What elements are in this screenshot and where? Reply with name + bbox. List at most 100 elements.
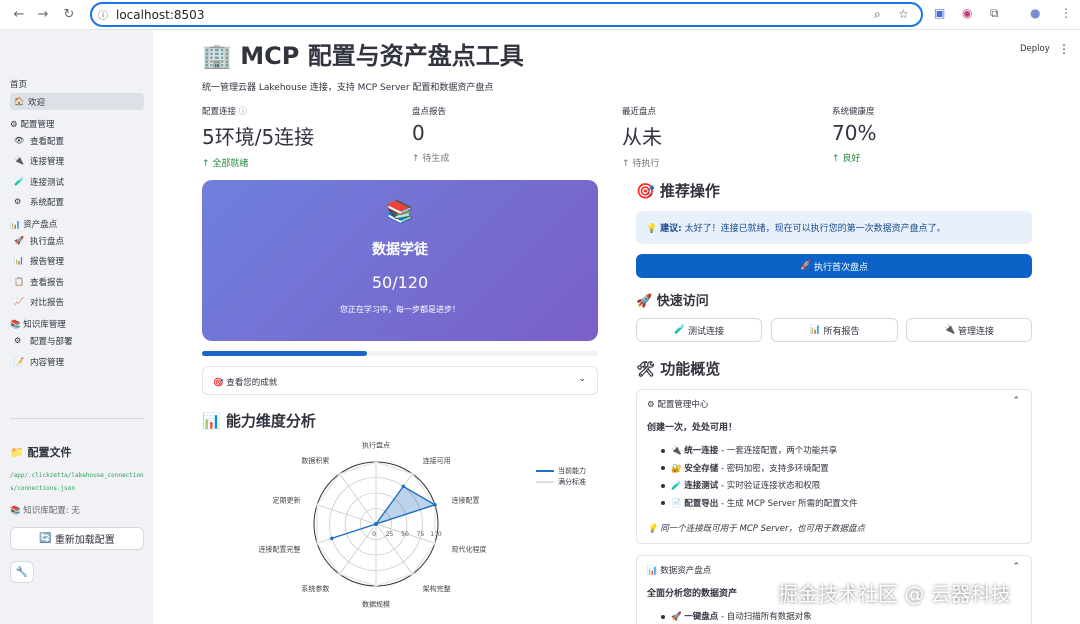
metric-delta: ↑ 待执行 [622, 159, 660, 169]
wrench-icon: 🔧 [15, 566, 29, 578]
watermark: 掘金技术社区 @ 云器科技 [778, 582, 1011, 606]
gear-icon: ⚙ [14, 336, 22, 345]
bar-chart-icon: 📊 [14, 256, 24, 265]
run-first-inventory-button[interactable]: 🚀 执行首次盘点 [636, 254, 1032, 278]
extensions-puzzle-icon[interactable]: ⧉ [990, 6, 999, 21]
gear-icon: ⚙ [14, 197, 22, 206]
radar-section-title: 📊 能力维度分析 [202, 412, 316, 430]
books-icon: 📚 [10, 506, 21, 516]
test-tube-icon: 🧪 [671, 481, 682, 491]
radar-tick-label: 0 [372, 531, 376, 538]
achievements-expander[interactable]: 🎯 查看您的成就 ⌄ [202, 366, 598, 395]
sidebar-item-welcome[interactable]: 🏠 欢迎 [10, 93, 144, 110]
rocket-icon: 🚀 [14, 236, 24, 245]
sidebar-item-run-inventory[interactable]: 🚀 执行盘点 [10, 232, 144, 249]
config-file-title: 📁 配置文件 [10, 446, 72, 459]
sidebar-item-system-config[interactable]: ⚙ 系统配置 [10, 193, 144, 210]
browser-menu-icon[interactable]: ⋮ [1060, 6, 1072, 20]
radar-axis-label: 数据规模 [362, 599, 390, 608]
plug-icon: 🔌 [943, 325, 956, 335]
radar-axis-label: 现代化程度 [451, 545, 486, 554]
extension-icon[interactable]: ◉ [962, 6, 972, 20]
badge-title: 数据学徒 [372, 242, 428, 258]
deploy-button[interactable]: Deploy [1020, 44, 1050, 54]
chevron-down-icon: ⌄ [578, 374, 586, 384]
metric-value: 70% [832, 121, 877, 145]
site-info-icon[interactable]: ⓘ [98, 7, 108, 22]
sidebar-item-kb-deploy[interactable]: ⚙ 配置与部署 [10, 332, 144, 349]
metric-health: 系统健康度 70% ↑ 良好 [832, 107, 877, 164]
feature-config-center-expander[interactable]: ⚙ 配置管理中心 ⌃ 创建一次，处处可用！ 🔌 统一连接 - 一套连接配置，两个… [636, 389, 1032, 544]
zoom-icon[interactable]: ⌕ [874, 7, 881, 22]
test-connection-button[interactable]: 🧪 测试连接 [636, 318, 762, 342]
page-subtitle: 统一管理云器 Lakehouse 连接，支持 MCP Server 配置和数据资… [202, 83, 494, 93]
list-item: 🔐 安全存储 - 密码加密，支持多环境配置 [661, 462, 858, 480]
radar-axis-label: 连接配置 [451, 495, 479, 504]
folder-icon: 📁 [10, 446, 24, 459]
metric-value: 0 [412, 121, 425, 145]
sidebar-item-connection-test[interactable]: 🧪 连接测试 [10, 173, 144, 190]
kb-config-status: 📚 知识库配置: 无 [10, 506, 80, 516]
radar-tick-label: 50 [401, 531, 409, 538]
rocket-icon: 🚀 [636, 294, 653, 309]
reload-config-button[interactable]: 🔄 重新加载配置 [10, 527, 144, 550]
translate-icon[interactable]: ▣ [934, 6, 945, 20]
all-reports-button[interactable]: 📊 所有报告 [771, 318, 898, 342]
sidebar-item-report-manage[interactable]: 📊 报告管理 [10, 252, 144, 269]
office-building-icon: 🏢 [202, 42, 232, 70]
url-text: localhost:8503 [116, 7, 205, 22]
metric-last-inventory: 最近盘点 从未 ↑ 待执行 [622, 107, 662, 169]
back-icon[interactable]: ← [8, 7, 30, 22]
sidebar-item-view-config[interactable]: 👁 查看配置 [10, 132, 144, 149]
wrench-button[interactable]: 🔧 [10, 561, 34, 583]
badge-message: 您正在学习中，每一步都是进步！ [340, 305, 460, 314]
test-tube-icon: 🧪 [14, 177, 24, 186]
app-menu-icon[interactable]: ⋮ [1058, 42, 1070, 56]
rocket-icon: 🚀 [799, 261, 812, 271]
legend-item-full: 满分标准 [536, 476, 586, 487]
radar-axis-label: 系统参数 [301, 584, 329, 593]
level-badge-card: 📚 数据学徒 50/120 您正在学习中，每一步都是进步！ [202, 180, 598, 341]
radar-axis-label: 连接配置完整 [259, 545, 301, 554]
manage-connections-button[interactable]: 🔌 管理连接 [906, 318, 1032, 342]
radar-point [374, 522, 378, 526]
browser-toolbar: ← → ↻ ⓘ localhost:8503 ⌕ ☆ ▣ ◉ ⧉ ● ⋮ [0, 0, 1080, 30]
feature-lead: 全面分析您的数据资产 [647, 589, 738, 599]
level-progress-bar [202, 351, 598, 356]
books-icon: 📚 [10, 320, 21, 330]
chart-legend: 当前能力 满分标准 [536, 465, 586, 487]
sidebar-item-content-manage[interactable]: 📝 内容管理 [10, 353, 144, 370]
radar-point [433, 503, 437, 507]
radar-point [329, 536, 334, 541]
address-bar[interactable]: ⓘ localhost:8503 ⌕ ☆ [90, 2, 923, 27]
forward-icon[interactable]: → [32, 7, 54, 22]
metric-connections: 配置连接 ⓘ 5环境/5连接 ↑ 全部就绪 [202, 107, 315, 169]
feature-lead: 创建一次，处处可用！ [647, 423, 738, 433]
eye-icon: 👁 [14, 136, 25, 145]
target-icon: 🎯 [636, 182, 655, 200]
badge-score: 50/120 [371, 273, 429, 292]
sidebar-section-assets: 📊 资产盘点 [10, 220, 58, 230]
bookmark-star-icon[interactable]: ☆ [898, 7, 909, 21]
sidebar-item-compare-report[interactable]: 📈 对比报告 [10, 293, 144, 310]
metric-value: 5环境/5连接 [202, 125, 315, 149]
house-icon: 🏠 [14, 97, 24, 106]
gear-icon: ⚙ [647, 400, 655, 410]
metric-delta: ↑ 良好 [832, 154, 861, 164]
lock-icon: 🔐 [671, 463, 682, 474]
lightbulb-icon: 💡 [646, 224, 658, 234]
sidebar-item-connection-manage[interactable]: 🔌 连接管理 [10, 152, 144, 169]
profile-avatar-icon[interactable]: ● [1030, 6, 1040, 20]
metric-delta: ↑ 全部就绪 [202, 159, 249, 169]
bar-chart-icon: 📊 [647, 566, 658, 576]
help-icon[interactable]: ⓘ [239, 107, 248, 117]
arrow-up-icon: ↑ [412, 154, 420, 164]
bar-chart-icon: 📊 [202, 412, 221, 430]
config-file-path: /app/.clickzetta/lakehouse_connections/c… [10, 472, 144, 492]
radar-axis-label: 数据积累 [301, 456, 329, 465]
chevron-up-icon: ⌃ [1012, 562, 1020, 572]
bar-chart-icon: 📊 [10, 220, 21, 230]
radar-point [401, 484, 406, 489]
sidebar-item-view-report[interactable]: 📋 查看报告 [10, 273, 144, 290]
reload-icon[interactable]: ↻ [58, 7, 80, 22]
